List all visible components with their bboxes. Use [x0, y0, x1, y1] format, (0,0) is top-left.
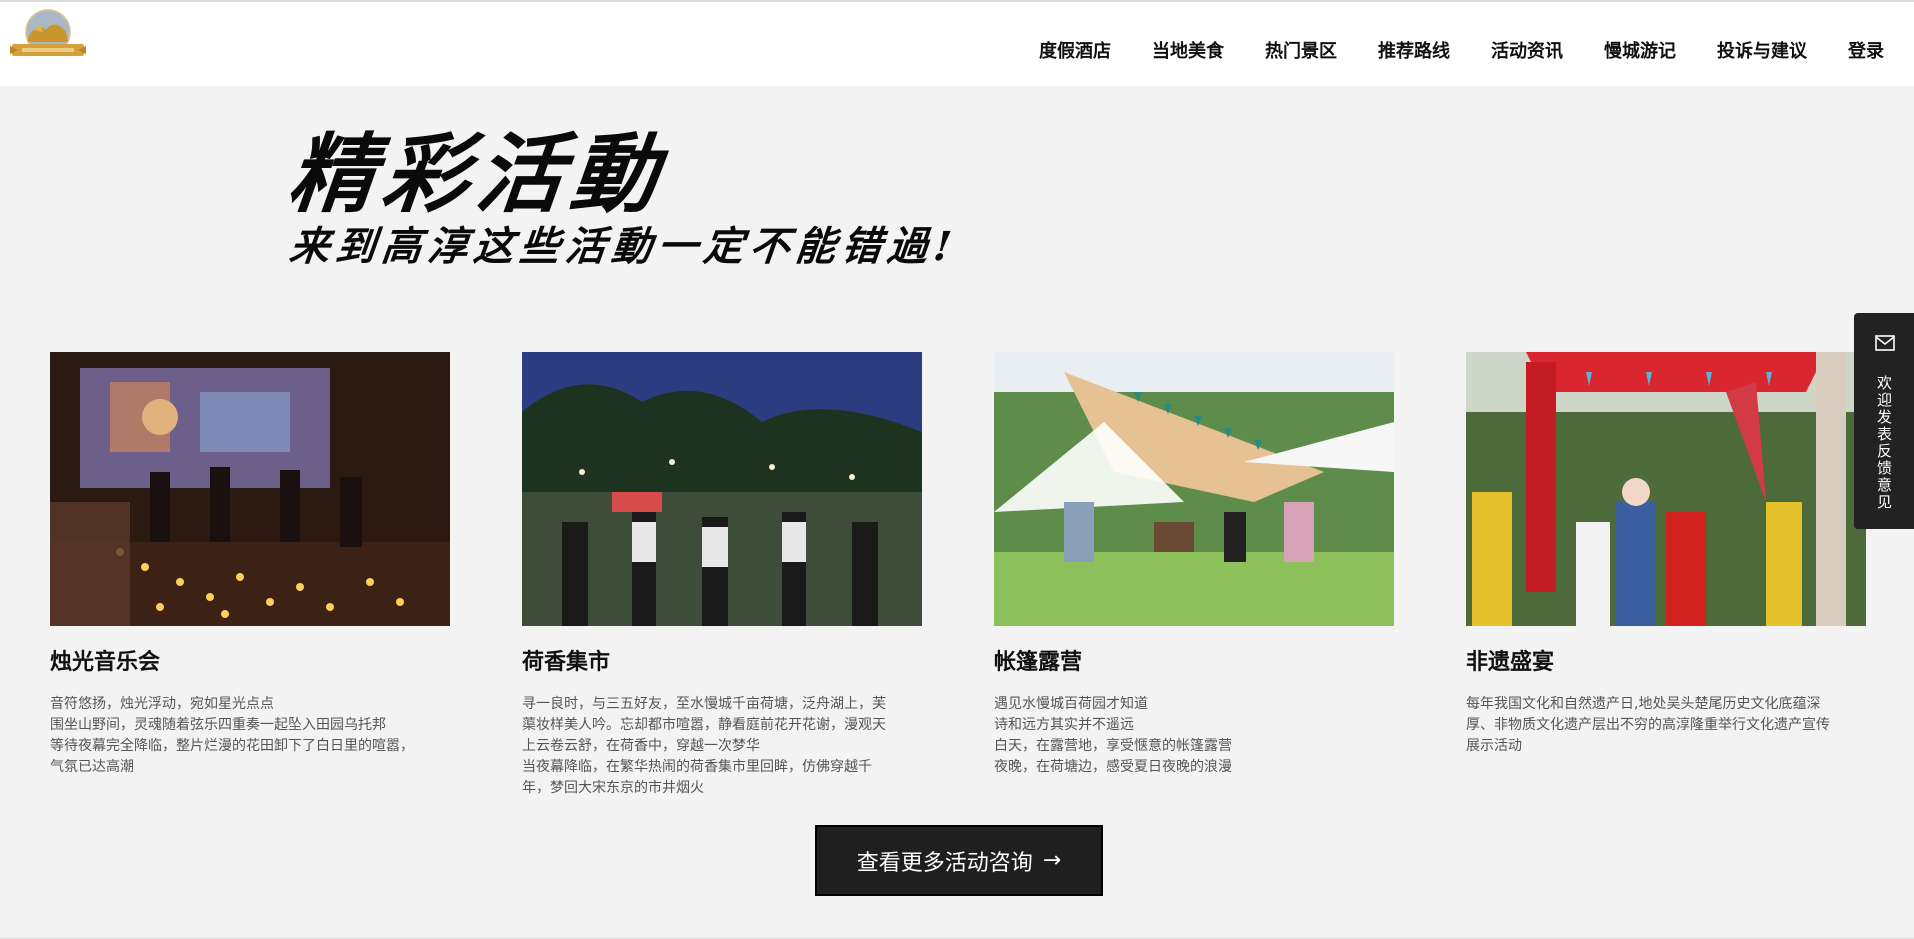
view-more-events-button[interactable]: 查看更多活动咨询 →	[815, 825, 1103, 896]
feedback-side-button[interactable]: 欢迎发表反馈意见	[1854, 313, 1914, 529]
main-nav: 度假酒店 当地美食 热门景区 推荐路线 活动资讯 慢城游记 投诉与建议 登录	[998, 2, 1884, 86]
nav-item-events[interactable]: 活动资讯	[1491, 25, 1563, 63]
event-card-title[interactable]: 荷香集市	[522, 644, 922, 676]
event-card-description: 遇见水慢城百荷园才知道 诗和远方其实并不遥远 白天，在露营地，享受惬意的帐篷露营…	[994, 696, 1232, 775]
hero-subtitle: 来到高淳这些活動一定不能错過!	[287, 223, 960, 270]
heritage-festival-photo[interactable]	[1466, 352, 1866, 626]
night-market-photo[interactable]	[522, 352, 922, 626]
event-cards: 烛光音乐会 音符悠扬，烛光浮动，宛如星光点点 围坐山野间，灵魂随着弦乐四重奏一起…	[50, 352, 1866, 796]
nav-item-food[interactable]: 当地美食	[1152, 25, 1224, 63]
nav-item-login[interactable]: 登录	[1848, 25, 1884, 63]
nav-item-complaints[interactable]: 投诉与建议	[1717, 25, 1807, 63]
feedback-label: 欢迎发表反馈意见	[1875, 375, 1893, 511]
nav-item-scenic-spots[interactable]: 热门景区	[1265, 25, 1337, 63]
mail-icon	[1875, 335, 1895, 351]
nav-item-routes[interactable]: 推荐路线	[1378, 25, 1450, 63]
event-card-description: 每年我国文化和自然遗产日,地处吴头楚尾历史文化底蕴深 厚、非物质文化遗产层出不穷…	[1466, 696, 1830, 754]
tent-camping-photo[interactable]	[994, 352, 1394, 626]
candlelight-concert-photo[interactable]	[50, 352, 450, 626]
event-card-tent-camping[interactable]: 帐篷露营 遇见水慢城百荷园才知道 诗和远方其实并不遥远 白天，在露营地，享受惬意…	[994, 352, 1394, 778]
event-card-lotus-market[interactable]: 荷香集市 寻一良时，与三五好友，至水慢城千亩荷塘，泛舟湖上，芙 蕖妆样美人吟。忘…	[522, 352, 922, 799]
event-card-title[interactable]: 烛光音乐会	[50, 644, 450, 676]
arrow-right-icon: →	[1042, 848, 1062, 873]
view-more-events-label: 查看更多活动咨询	[856, 850, 1033, 876]
event-card-title[interactable]: 非遗盛宴	[1466, 644, 1866, 676]
site-logo[interactable]	[10, 8, 86, 62]
event-card-candlelight-concert[interactable]: 烛光音乐会 音符悠扬，烛光浮动，宛如星光点点 围坐山野间，灵魂随着弦乐四重奏一起…	[50, 352, 450, 778]
event-card-title[interactable]: 帐篷露营	[994, 644, 1394, 676]
event-card-description: 寻一良时，与三五好友，至水慢城千亩荷塘，泛舟湖上，芙 蕖妆样美人吟。忘却都市喧嚣…	[522, 696, 886, 796]
hero-title: 精彩活動	[283, 124, 671, 225]
event-card-heritage-feast[interactable]: 非遗盛宴 每年我国文化和自然遗产日,地处吴头楚尾历史文化底蕴深 厚、非物质文化遗…	[1466, 352, 1866, 757]
nav-item-travelogues[interactable]: 慢城游记	[1604, 25, 1676, 63]
site-header: 度假酒店 当地美食 热门景区 推荐路线 活动资讯 慢城游记 投诉与建议 登录	[0, 2, 1914, 86]
event-card-description: 音符悠扬，烛光浮动，宛如星光点点 围坐山野间，灵魂随着弦乐四重奏一起坠入田园乌托…	[50, 696, 414, 775]
nav-item-hotels[interactable]: 度假酒店	[1039, 25, 1111, 63]
